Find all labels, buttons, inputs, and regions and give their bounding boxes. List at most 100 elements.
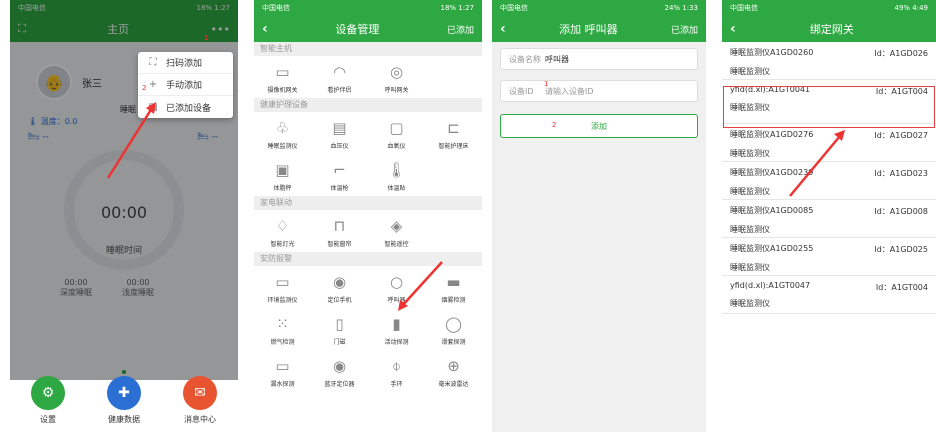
leak-sensor-icon: ▭ — [275, 357, 290, 375]
door-sensor-icon: ▯ — [335, 315, 344, 333]
list-item[interactable]: 睡眠监测仪A1GD0260 Id：A1GD026 睡眠监测仪 — [722, 42, 936, 80]
page-title: 添加 呼叫器 — [559, 23, 618, 36]
call-button-icon: ○ — [389, 273, 404, 291]
add-button[interactable]: 添加 — [500, 114, 698, 138]
device-name-value[interactable]: 呼叫器 — [545, 54, 569, 65]
location-pin-icon: ◉ — [332, 273, 347, 291]
device-thermo-patch[interactable]: 🌡 体温贴 — [368, 154, 425, 196]
bp-monitor-icon: ▤ — [332, 119, 347, 137]
device-catalog: 智能主机 ▭ 摄像机网关 ◠ 看护伴侣 ◎ 呼叫网关 健康护理设备 ♧ 睡眠监测仪 ▤ 血… — [254, 42, 482, 392]
device-smart-remote[interactable]: ◈ 智能遥控 — [368, 210, 425, 252]
device-thermometer-gun[interactable]: ⌐ 体温枪 — [311, 154, 368, 196]
add-menu: ⛶ 扫码添加 + 手动添加 ▦ 已添加设备 — [138, 52, 233, 118]
medical-kit-icon: ✚ — [107, 376, 141, 410]
nav-label: 设置 — [40, 415, 56, 424]
battery-time-text: 49% 4:49 — [894, 4, 928, 12]
menu-label: 已添加设备 — [166, 103, 212, 114]
page-title: 绑定网关 — [809, 23, 854, 36]
device-motion-detector[interactable]: ▮ 活动探测 — [368, 308, 425, 350]
device-care-companion[interactable]: ◠ 看护伴侣 — [311, 56, 368, 98]
list-item[interactable]: 睡眠监测仪A1GD0255 Id：A1GD025 睡眠监测仪 — [722, 238, 936, 276]
device-blood-pressure[interactable]: ▤ 血压仪 — [311, 112, 368, 154]
list-item[interactable]: 睡眠监测仪A1GD0276 Id：A1GD027 睡眠监测仪 — [722, 124, 936, 162]
slip-sensor-icon: ◯ — [445, 315, 462, 333]
hub-icon: ◠ — [332, 63, 347, 81]
wristband-icon: ⌽ — [391, 357, 401, 375]
status-bar: 中国电信 24% 1:33 — [492, 0, 706, 16]
battery-time-text: 24% 1:33 — [664, 4, 698, 12]
field-label: 设备名称 — [509, 54, 541, 64]
env-monitor-icon: ▭ — [275, 273, 290, 291]
carrier-text: 中国电信 — [730, 4, 758, 12]
bulb-icon: ♢ — [275, 217, 290, 235]
list-item[interactable]: 睡眠监测仪A1GD0085 Id：A1GD008 睡眠监测仪 — [722, 200, 936, 238]
device-caller[interactable]: ○ 呼叫器 — [368, 266, 425, 308]
device-slip-detector[interactable]: ◯ 滑套探测 — [425, 308, 482, 350]
nav-health-data[interactable]: ✚ 健康数据 — [107, 376, 141, 432]
curtain-icon: ⊓ — [333, 217, 346, 235]
radar-icon: ⊕ — [447, 357, 460, 375]
device-locator-phone[interactable]: ◉ 定位手机 — [311, 266, 368, 308]
section-health-devices: 健康护理设备 — [254, 98, 482, 112]
device-smart-light[interactable]: ♢ 智能灯光 — [254, 210, 311, 252]
status-bar: 中国电信 18% 1:27 — [254, 0, 482, 16]
bed-icon: ⊏ — [447, 119, 460, 137]
list-item[interactable]: yfid(d.xl):A1GT0047 Id：A1GT004 睡眠监测仪 — [722, 276, 936, 314]
thermometer-icon: 🌡 — [386, 161, 407, 179]
menu-label: 扫码添加 — [166, 59, 203, 69]
device-id-field[interactable]: 设备ID 请输入设备ID — [500, 80, 698, 102]
device-leak-detector[interactable]: ▭ 漏水探测 — [254, 350, 311, 392]
message-icon: ✉ — [183, 376, 217, 410]
device-sleep-monitor[interactable]: ♧ 睡眠监测仪 — [254, 112, 311, 154]
device-body-scale[interactable]: ▣ 体脂秤 — [254, 154, 311, 196]
device-bt-locator[interactable]: ◉ 蓝牙定位器 — [311, 350, 368, 392]
device-management-screen: 中国电信 18% 1:27 ‹ 设备管理 已添加 智能主机 ▭ 摄像机网关 ◠ 看护… — [254, 0, 482, 432]
device-call-gateway[interactable]: ◎ 呼叫网关 — [368, 56, 425, 98]
section-home-appliances: 家电联动 — [254, 196, 482, 210]
back-icon[interactable]: ‹ — [262, 21, 268, 37]
menu-manual-add[interactable]: + 手动添加 — [138, 74, 233, 96]
battery-time-text: 18% 1:27 — [440, 4, 474, 12]
nav-label: 健康数据 — [108, 415, 140, 424]
device-env-monitor[interactable]: ▭ 环境监测仪 — [254, 266, 311, 308]
device-mmwave-radar[interactable]: ⊕ 毫米波雷达 — [425, 350, 482, 392]
scale-icon: ▣ — [275, 161, 290, 179]
step-number: 2 — [142, 84, 147, 92]
added-link[interactable]: 已添加 — [671, 23, 698, 36]
device-id-input[interactable]: 请输入设备ID — [545, 86, 594, 97]
nav-settings[interactable]: ⚙ 设置 — [31, 376, 65, 432]
device-smoke-detector[interactable]: ▬ 烟雾检测 — [425, 266, 482, 308]
menu-added-devices[interactable]: ▦ 已添加设备 — [138, 96, 233, 118]
device-camera-gateway[interactable]: ▭ 摄像机网关 — [254, 56, 311, 98]
grid-icon: ▦ — [148, 101, 158, 113]
step-number: 1 — [204, 34, 209, 42]
device-smart-curtain[interactable]: ⊓ 智能窗帘 — [311, 210, 368, 252]
back-icon[interactable]: ‹ — [730, 21, 736, 37]
device-smart-bed[interactable]: ⊏ 智能护理床 — [425, 112, 482, 154]
list-item[interactable]: 睡眠监测仪A1GD0239 Id：A1GD023 睡眠监测仪 — [722, 162, 936, 200]
device-door-sensor[interactable]: ▯ 门磁 — [311, 308, 368, 350]
device-oximeter[interactable]: ▢ 血氧仪 — [368, 112, 425, 154]
device-gas-detector[interactable]: ⁙ 燃气检测 — [254, 308, 311, 350]
device-wristband[interactable]: ⌽ 手环 — [368, 350, 425, 392]
gateway-icon: ◎ — [389, 63, 404, 81]
section-smart-host: 智能主机 — [254, 42, 482, 56]
nav-messages[interactable]: ✉ 消息中心 — [183, 376, 217, 432]
added-link[interactable]: 已添加 — [447, 23, 474, 36]
lungs-icon: ♧ — [275, 119, 290, 137]
thermometer-gun-icon: ⌐ — [333, 161, 346, 179]
settings-icon: ⚙ — [31, 376, 65, 410]
device-name-field[interactable]: 设备名称 呼叫器 — [500, 48, 698, 70]
remote-icon: ◈ — [390, 217, 403, 235]
step-number: 2 — [552, 121, 557, 129]
device-grid: ▭ 摄像机网关 ◠ 看护伴侣 ◎ 呼叫网关 — [254, 56, 482, 98]
menu-scan-add[interactable]: ⛶ 扫码添加 — [138, 52, 233, 74]
gas-detector-icon: ⁙ — [276, 315, 289, 333]
device-grid: ♢ 智能灯光 ⊓ 智能窗帘 ◈ 智能遥控 — [254, 210, 482, 252]
list-item[interactable]: yfid(d.xl):A1GT0041 Id：A1GT004 睡眠监测仪 — [722, 80, 936, 124]
device-grid: ♧ 睡眠监测仪 ▤ 血压仪 ▢ 血氧仪 ⊏ 智能护理床 ▣ 体脂秤 ⌐ 体温枪 🌡 体温贴 — [254, 112, 482, 196]
camera-icon: ▭ — [275, 63, 290, 81]
title-bar: ‹ 设备管理 已添加 — [254, 16, 482, 42]
bluetooth-pin-icon: ◉ — [332, 357, 347, 375]
back-icon[interactable]: ‹ — [500, 21, 506, 37]
